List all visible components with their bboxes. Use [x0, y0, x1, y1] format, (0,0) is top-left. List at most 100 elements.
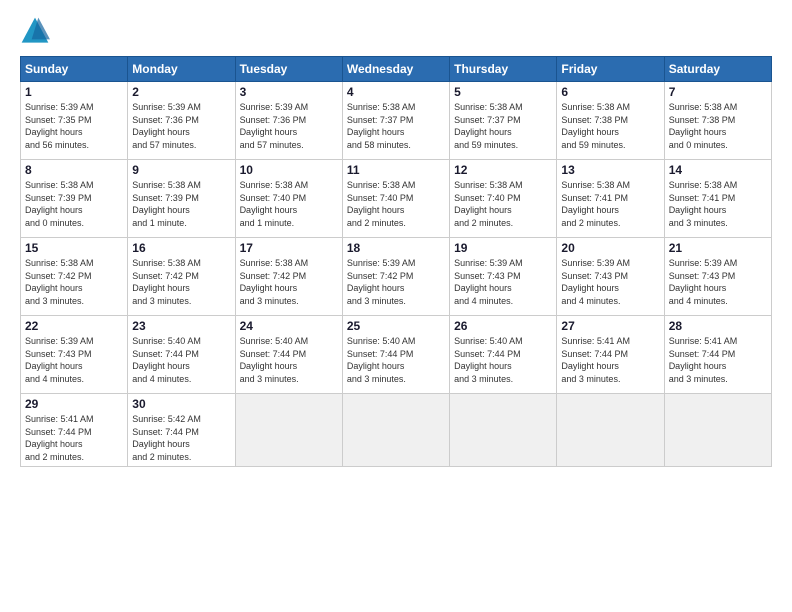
- calendar-cell: 8Sunrise: 5:38 AMSunset: 7:39 PMDaylight…: [21, 160, 128, 238]
- cell-info: Sunrise: 5:38 AMSunset: 7:41 PMDaylight …: [669, 180, 738, 228]
- day-number: 2: [132, 85, 230, 99]
- day-number: 22: [25, 319, 123, 333]
- calendar-cell: [235, 394, 342, 467]
- cell-info: Sunrise: 5:38 AMSunset: 7:40 PMDaylight …: [454, 180, 523, 228]
- day-number: 7: [669, 85, 767, 99]
- calendar-cell: 21 Sunrise: 5:39 AMSunset: 7:43 PMDayligh…: [664, 238, 771, 316]
- calendar-cell: 4 Sunrise: 5:38 AMSunset: 7:37 PMDaylight…: [342, 82, 449, 160]
- day-number: 3: [240, 85, 338, 99]
- cell-info: Sunrise: 5:40 AMSunset: 7:44 PMDaylight …: [240, 336, 309, 384]
- calendar-cell: 22 Sunrise: 5:39 AMSunset: 7:43 PMDayligh…: [21, 316, 128, 394]
- calendar-cell: 6 Sunrise: 5:38 AMSunset: 7:38 PMDaylight…: [557, 82, 664, 160]
- cell-info: Sunrise: 5:39 AMSunset: 7:43 PMDaylight …: [669, 258, 738, 306]
- calendar-cell: 2 Sunrise: 5:39 AMSunset: 7:36 PMDaylight…: [128, 82, 235, 160]
- cell-info: Sunrise: 5:39 AMSunset: 7:36 PMDaylight …: [132, 102, 201, 150]
- cell-info: Sunrise: 5:38 AMSunset: 7:39 PMDaylight …: [25, 180, 94, 228]
- calendar-cell: 12 Sunrise: 5:38 AMSunset: 7:40 PMDayligh…: [450, 160, 557, 238]
- calendar-cell: 27Sunrise: 5:41 AMSunset: 7:44 PMDayligh…: [557, 316, 664, 394]
- col-header-saturday: Saturday: [664, 57, 771, 82]
- cell-info: Sunrise: 5:41 AMSunset: 7:44 PMDaylight …: [561, 336, 630, 384]
- day-number: 20: [561, 241, 659, 255]
- day-number: 17: [240, 241, 338, 255]
- calendar-cell: 5 Sunrise: 5:38 AMSunset: 7:37 PMDaylight…: [450, 82, 557, 160]
- calendar-cell: 30 Sunrise: 5:42 AMSunset: 7:44 PMDayligh…: [128, 394, 235, 467]
- day-number: 6: [561, 85, 659, 99]
- calendar-cell: 14 Sunrise: 5:38 AMSunset: 7:41 PMDayligh…: [664, 160, 771, 238]
- cell-info: Sunrise: 5:38 AMSunset: 7:39 PMDaylight …: [132, 180, 201, 228]
- col-header-wednesday: Wednesday: [342, 57, 449, 82]
- calendar-cell: 17 Sunrise: 5:38 AMSunset: 7:42 PMDayligh…: [235, 238, 342, 316]
- cell-info: Sunrise: 5:38 AMSunset: 7:37 PMDaylight …: [347, 102, 416, 150]
- day-number: 13: [561, 163, 659, 177]
- day-number: 21: [669, 241, 767, 255]
- cell-info: Sunrise: 5:38 AMSunset: 7:38 PMDaylight …: [669, 102, 738, 150]
- col-header-friday: Friday: [557, 57, 664, 82]
- calendar-cell: [664, 394, 771, 467]
- page: SundayMondayTuesdayWednesdayThursdayFrid…: [0, 0, 792, 612]
- cell-info: Sunrise: 5:38 AMSunset: 7:38 PMDaylight …: [561, 102, 630, 150]
- cell-info: Sunrise: 5:39 AMSunset: 7:43 PMDaylight …: [25, 336, 94, 384]
- calendar-cell: 28Sunrise: 5:41 AMSunset: 7:44 PMDayligh…: [664, 316, 771, 394]
- calendar-cell: 19 Sunrise: 5:39 AMSunset: 7:43 PMDayligh…: [450, 238, 557, 316]
- day-number: 11: [347, 163, 445, 177]
- col-header-thursday: Thursday: [450, 57, 557, 82]
- calendar-cell: [342, 394, 449, 467]
- col-header-sunday: Sunday: [21, 57, 128, 82]
- day-number: 9: [132, 163, 230, 177]
- cell-info: Sunrise: 5:39 AMSunset: 7:35 PMDaylight …: [25, 102, 94, 150]
- calendar-cell: 15 Sunrise: 5:38 AMSunset: 7:42 PMDayligh…: [21, 238, 128, 316]
- day-number: 12: [454, 163, 552, 177]
- calendar-cell: 7 Sunrise: 5:38 AMSunset: 7:38 PMDaylight…: [664, 82, 771, 160]
- calendar-cell: 10 Sunrise: 5:38 AMSunset: 7:40 PMDayligh…: [235, 160, 342, 238]
- calendar-cell: 11 Sunrise: 5:38 AMSunset: 7:40 PMDayligh…: [342, 160, 449, 238]
- day-number: 4: [347, 85, 445, 99]
- calendar-cell: 26 Sunrise: 5:40 AMSunset: 7:44 PMDayligh…: [450, 316, 557, 394]
- day-number: 19: [454, 241, 552, 255]
- calendar-table: SundayMondayTuesdayWednesdayThursdayFrid…: [20, 56, 772, 467]
- cell-info: Sunrise: 5:40 AMSunset: 7:44 PMDaylight …: [347, 336, 416, 384]
- day-number: 29: [25, 397, 123, 411]
- cell-info: Sunrise: 5:38 AMSunset: 7:42 PMDaylight …: [25, 258, 94, 306]
- day-number: 26: [454, 319, 552, 333]
- calendar-cell: [557, 394, 664, 467]
- calendar-cell: 13 Sunrise: 5:38 AMSunset: 7:41 PMDayligh…: [557, 160, 664, 238]
- calendar-cell: 18Sunrise: 5:39 AMSunset: 7:42 PMDayligh…: [342, 238, 449, 316]
- day-number: 18: [347, 241, 445, 255]
- day-number: 14: [669, 163, 767, 177]
- day-number: 15: [25, 241, 123, 255]
- calendar-cell: 20 Sunrise: 5:39 AMSunset: 7:43 PMDayligh…: [557, 238, 664, 316]
- day-number: 1: [25, 85, 123, 99]
- day-number: 25: [347, 319, 445, 333]
- cell-info: Sunrise: 5:42 AMSunset: 7:44 PMDaylight …: [132, 414, 201, 462]
- logo: [20, 16, 54, 46]
- calendar-cell: 24 Sunrise: 5:40 AMSunset: 7:44 PMDayligh…: [235, 316, 342, 394]
- cell-info: Sunrise: 5:38 AMSunset: 7:37 PMDaylight …: [454, 102, 523, 150]
- calendar-cell: 29 Sunrise: 5:41 AMSunset: 7:44 PMDayligh…: [21, 394, 128, 467]
- cell-info: Sunrise: 5:39 AMSunset: 7:43 PMDaylight …: [561, 258, 630, 306]
- header: [20, 16, 772, 46]
- day-number: 10: [240, 163, 338, 177]
- cell-info: Sunrise: 5:39 AMSunset: 7:43 PMDaylight …: [454, 258, 523, 306]
- cell-info: Sunrise: 5:38 AMSunset: 7:42 PMDaylight …: [240, 258, 309, 306]
- cell-info: Sunrise: 5:38 AMSunset: 7:40 PMDaylight …: [240, 180, 309, 228]
- col-header-tuesday: Tuesday: [235, 57, 342, 82]
- cell-info: Sunrise: 5:41 AMSunset: 7:44 PMDaylight …: [25, 414, 94, 462]
- day-number: 5: [454, 85, 552, 99]
- col-header-monday: Monday: [128, 57, 235, 82]
- cell-info: Sunrise: 5:38 AMSunset: 7:41 PMDaylight …: [561, 180, 630, 228]
- logo-icon: [20, 16, 50, 46]
- calendar-cell: 1 Sunrise: 5:39 AMSunset: 7:35 PMDaylight…: [21, 82, 128, 160]
- day-number: 16: [132, 241, 230, 255]
- cell-info: Sunrise: 5:38 AMSunset: 7:42 PMDaylight …: [132, 258, 201, 306]
- day-number: 24: [240, 319, 338, 333]
- cell-info: Sunrise: 5:38 AMSunset: 7:40 PMDaylight …: [347, 180, 416, 228]
- calendar-cell: 16 Sunrise: 5:38 AMSunset: 7:42 PMDayligh…: [128, 238, 235, 316]
- cell-info: Sunrise: 5:39 AMSunset: 7:36 PMDaylight …: [240, 102, 309, 150]
- calendar-cell: 25 Sunrise: 5:40 AMSunset: 7:44 PMDayligh…: [342, 316, 449, 394]
- calendar-cell: 3 Sunrise: 5:39 AMSunset: 7:36 PMDaylight…: [235, 82, 342, 160]
- day-number: 30: [132, 397, 230, 411]
- cell-info: Sunrise: 5:40 AMSunset: 7:44 PMDaylight …: [454, 336, 523, 384]
- calendar-cell: [450, 394, 557, 467]
- calendar-cell: 23Sunrise: 5:40 AMSunset: 7:44 PMDayligh…: [128, 316, 235, 394]
- calendar-header-row: SundayMondayTuesdayWednesdayThursdayFrid…: [21, 57, 772, 82]
